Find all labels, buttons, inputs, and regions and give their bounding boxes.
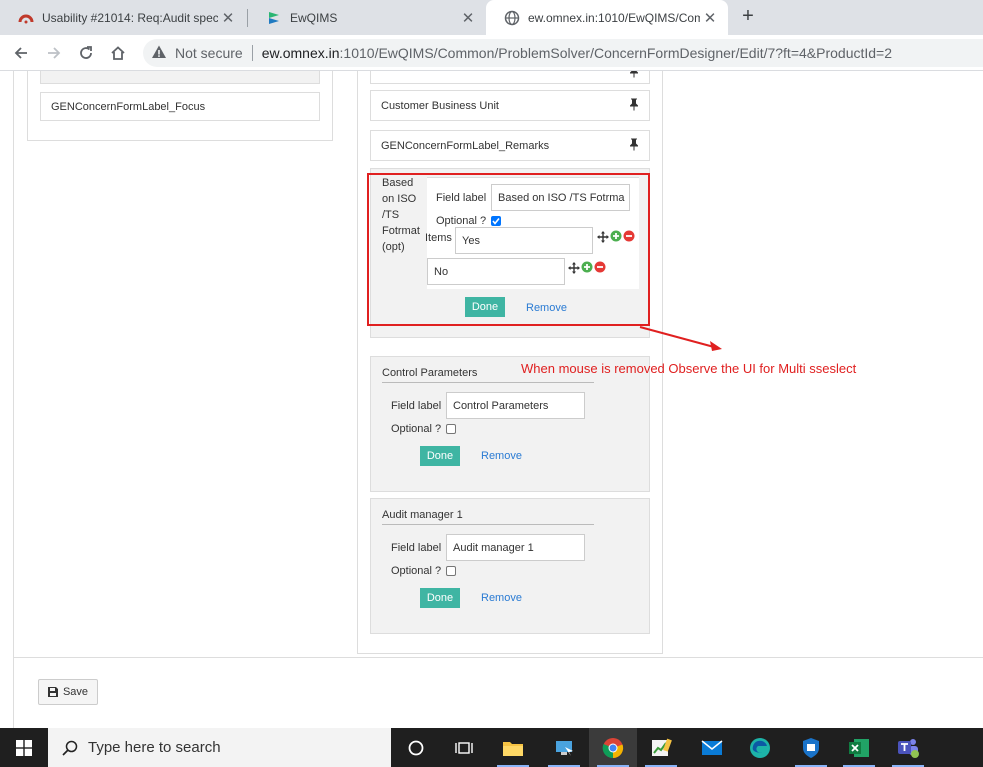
url-text[interactable]: ew.omnex.in:1010/EwQIMS/Common/ProblemSo… — [262, 45, 892, 61]
close-icon[interactable]: ✕ — [218, 9, 238, 27]
field-label-input[interactable]: Audit manager 1 — [446, 534, 585, 561]
tab-usability[interactable]: Usability #21014: Req:Audit speci ✕ — [0, 0, 246, 35]
edge-icon[interactable] — [736, 728, 784, 767]
browser-toolbar: Not secure ew.omnex.in:1010/EwQIMS/Commo… — [0, 35, 983, 71]
block-title: Audit manager 1 — [382, 509, 463, 521]
mail-icon[interactable] — [688, 728, 736, 767]
forward-icon[interactable] — [42, 41, 66, 65]
field-name: GENConcernFormLabel_Remarks — [381, 139, 550, 152]
tab-title: EwQIMS — [290, 10, 338, 25]
search-icon — [62, 740, 78, 756]
field-label-caption: Field label — [391, 542, 442, 554]
left-fields-panel: GENConcernFormLabel_Focus — [27, 71, 333, 141]
new-tab-icon[interactable]: + — [737, 6, 759, 28]
not-secure-label[interactable]: Not secure — [175, 45, 243, 61]
windows-start-icon[interactable] — [0, 728, 48, 767]
block-title: Control Parameters — [382, 367, 478, 379]
remote-desktop-icon[interactable] — [540, 728, 588, 767]
home-icon[interactable] — [106, 41, 130, 65]
optional-checkbox[interactable] — [446, 566, 456, 576]
divider — [251, 45, 253, 61]
field-name: Customer Business Unit — [381, 99, 499, 112]
left-field-focus[interactable]: GENConcernFormLabel_Focus — [40, 92, 320, 121]
annotation-arrow — [639, 326, 722, 351]
cortana-icon[interactable] — [392, 728, 440, 767]
url-host: ew.omnex.in — [261, 45, 340, 61]
windows-taskbar: Type here to search — [0, 728, 983, 767]
title-underline — [382, 382, 594, 383]
field-label-caption: Field label — [391, 400, 442, 412]
title-underline — [382, 524, 594, 525]
audit-manager-block: Audit manager 1 Field label Audit manage… — [370, 498, 650, 634]
tab-title: ew.omnex.in:1010/EwQIMS/Comm — [528, 10, 700, 25]
remove-link[interactable]: Remove — [481, 450, 522, 462]
tab-active-page[interactable]: ew.omnex.in:1010/EwQIMS/Comm ✕ — [486, 0, 728, 35]
security-shield-icon[interactable] — [787, 728, 835, 767]
field-label-input[interactable]: Control Parameters — [446, 392, 585, 419]
field-remarks[interactable]: GENConcernFormLabel_Remarks — [370, 130, 650, 161]
floppy-disk-icon — [47, 687, 58, 697]
left-border — [13, 71, 14, 728]
save-button[interactable]: Save — [38, 679, 98, 705]
tab-ewqims[interactable]: EwQIMS ✕ — [248, 0, 486, 35]
pin-icon[interactable] — [629, 71, 639, 80]
ewqims-logo-icon — [266, 10, 282, 26]
pin-icon[interactable] — [629, 98, 639, 113]
taskbar-search-box[interactable]: Type here to search — [48, 728, 391, 767]
warning-icon[interactable] — [151, 44, 167, 63]
optional-caption: Optional ? — [391, 423, 442, 435]
optional-checkbox[interactable] — [446, 424, 456, 434]
redmine-icon — [18, 10, 34, 26]
left-field-partial[interactable] — [40, 71, 320, 84]
excel-icon[interactable] — [835, 728, 883, 767]
close-icon[interactable]: ✕ — [700, 9, 720, 27]
search-placeholder: Type here to search — [88, 739, 221, 756]
chrome-icon[interactable] — [589, 728, 637, 767]
globe-icon — [504, 10, 520, 26]
page-content: GENConcernFormLabel_Focus Customer Busin… — [0, 71, 983, 728]
field-name: GENConcernFormLabel_Focus — [51, 100, 206, 113]
right-field-partial[interactable] — [370, 71, 650, 84]
address-bar[interactable]: Not secure ew.omnex.in:1010/EwQIMS/Commo… — [143, 39, 983, 67]
pin-icon[interactable] — [629, 138, 639, 153]
save-label: Save — [62, 686, 89, 698]
browser-tab-strip: Usability #21014: Req:Audit speci ✕ EwQI… — [0, 0, 983, 35]
done-button[interactable]: Done — [420, 588, 460, 608]
back-icon[interactable] — [9, 41, 33, 65]
reload-icon[interactable] — [74, 41, 98, 65]
notepad-chart-icon[interactable] — [637, 728, 685, 767]
optional-caption: Optional ? — [391, 565, 442, 577]
tab-title: Usability #21014: Req:Audit speci — [42, 10, 218, 25]
remove-link[interactable]: Remove — [481, 592, 522, 604]
control-parameters-block: Control Parameters Field label Control P… — [370, 356, 650, 492]
teams-icon[interactable] — [884, 728, 932, 767]
highlight-box — [367, 173, 650, 326]
task-view-icon[interactable] — [440, 728, 488, 767]
footer-divider — [13, 657, 983, 658]
annotation-text: When mouse is removed Observe the UI for… — [521, 361, 857, 376]
file-explorer-icon[interactable] — [489, 728, 537, 767]
done-button[interactable]: Done — [420, 446, 460, 466]
field-customer-business-unit[interactable]: Customer Business Unit — [370, 90, 650, 121]
close-icon[interactable]: ✕ — [458, 9, 478, 27]
url-path: :1010/EwQIMS/Common/ProblemSolver/Concer… — [339, 45, 893, 61]
